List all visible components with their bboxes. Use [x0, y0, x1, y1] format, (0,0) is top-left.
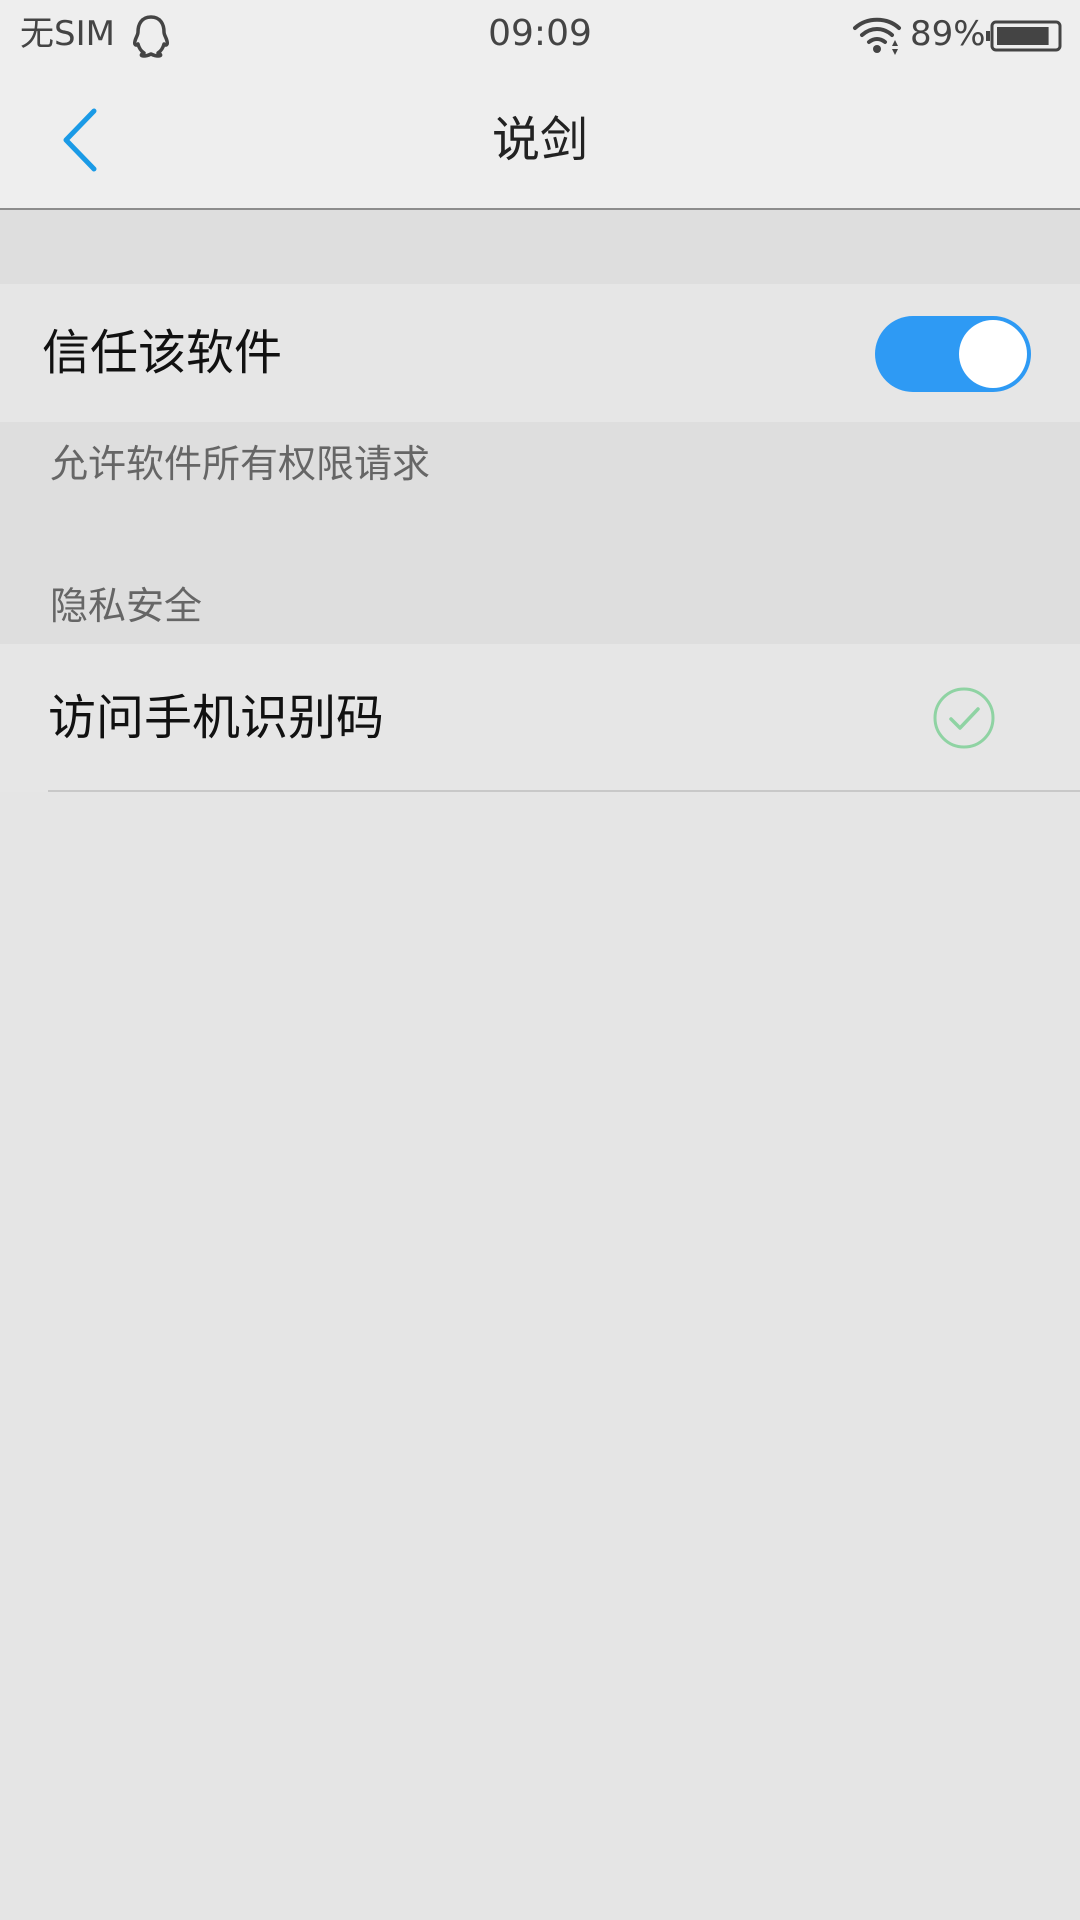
- status-bar: 无SIM 09:09 89%: [0, 0, 1080, 70]
- row-divider: [48, 790, 1080, 792]
- permission-label: 访问手机识别码: [48, 690, 385, 746]
- privacy-section-header: 隐私安全: [50, 584, 203, 628]
- nav-bar: 说剑: [0, 70, 1080, 210]
- trust-app-row[interactable]: 信任该软件: [0, 284, 1080, 422]
- trust-app-label: 信任该软件: [42, 325, 283, 381]
- section-spacer: [0, 210, 1080, 284]
- toggle-knob: [959, 320, 1027, 388]
- back-button[interactable]: [40, 100, 120, 180]
- battery-icon: [986, 20, 1062, 52]
- page-title: 说剑: [491, 112, 588, 168]
- battery-percent: 89%: [910, 14, 986, 54]
- permission-row-device-id[interactable]: 访问手机识别码: [0, 644, 1080, 792]
- chevron-left-icon: [63, 108, 97, 172]
- trust-description-area: 允许软件所有权限请求 隐私安全: [0, 422, 1080, 644]
- trust-description: 允许软件所有权限请求: [50, 442, 431, 486]
- check-circle-icon[interactable]: [932, 686, 996, 750]
- trust-app-toggle[interactable]: [875, 316, 1031, 392]
- wifi-icon: [852, 16, 902, 56]
